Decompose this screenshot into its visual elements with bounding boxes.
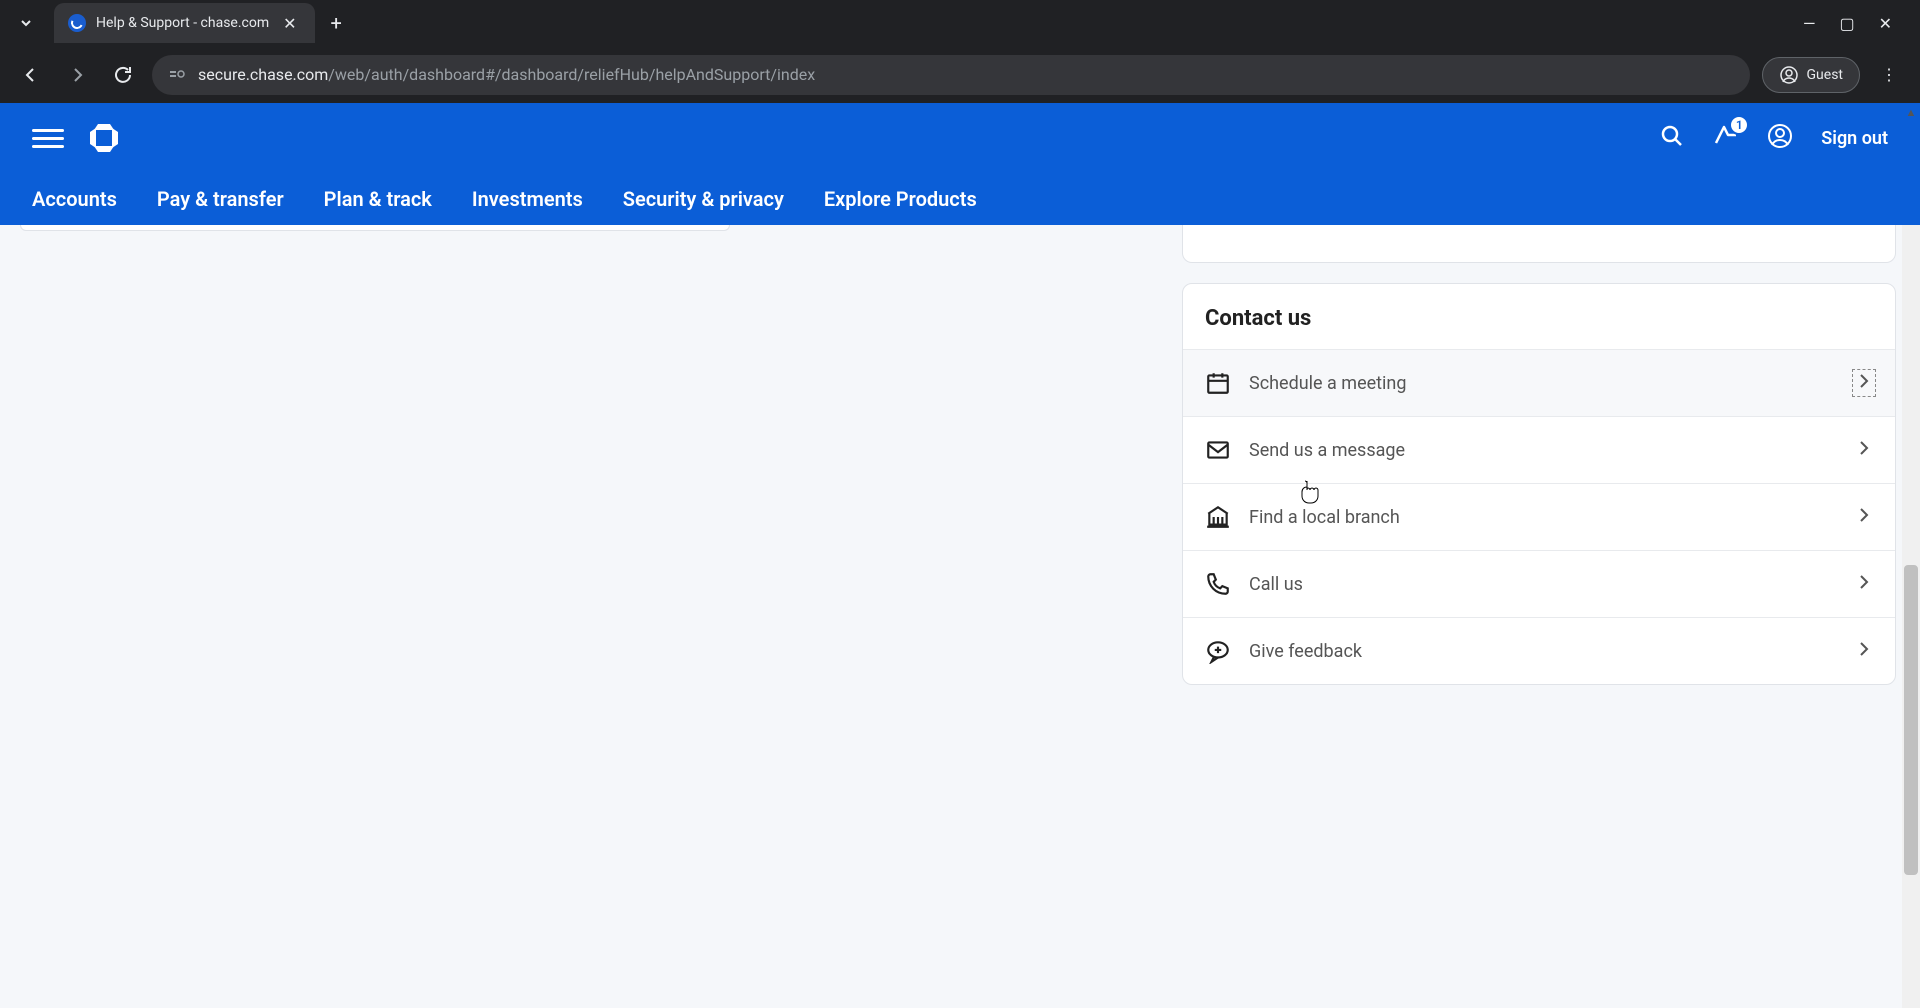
contact-give-feedback[interactable]: Give feedback (1183, 617, 1895, 684)
favicon-icon (68, 14, 86, 32)
main-nav: Accounts Pay & transfer Plan & track Inv… (0, 173, 1920, 225)
browser-toolbar: secure.chase.com/web/auth/dashboard#/das… (0, 46, 1920, 103)
nav-plan-track[interactable]: Plan & track (324, 187, 432, 211)
chevron-right-icon (1855, 439, 1873, 461)
calendar-icon (1205, 370, 1231, 396)
tab-bar: Help & Support - chase.com ✕ + — ▢ ✕ (0, 0, 1920, 46)
scrollbar-track[interactable] (1902, 225, 1920, 1008)
contact-item-label: Schedule a meeting (1249, 373, 1837, 394)
address-bar[interactable]: secure.chase.com/web/auth/dashboard#/das… (152, 55, 1750, 95)
nav-investments[interactable]: Investments (472, 187, 583, 211)
reload-button[interactable] (106, 58, 140, 92)
browser-tab[interactable]: Help & Support - chase.com ✕ (54, 3, 315, 43)
scrollbar-thumb[interactable] (1904, 565, 1918, 875)
close-tab-icon[interactable]: ✕ (279, 12, 300, 35)
nav-pay-transfer[interactable]: Pay & transfer (157, 187, 284, 211)
chase-logo-icon[interactable] (88, 122, 120, 154)
profile-icon[interactable] (1767, 123, 1793, 153)
left-panel-partial (20, 225, 730, 231)
contact-item-label: Call us (1249, 574, 1837, 595)
chevron-right-icon (1855, 640, 1873, 662)
chevron-right-icon (1855, 506, 1873, 528)
contact-us-title: Contact us (1183, 284, 1895, 349)
chevron-right-icon (1855, 372, 1873, 394)
page-content: 1 Sign out Accounts Pay & transfer Plan … (0, 103, 1920, 1008)
contact-item-label: Send us a message (1249, 440, 1837, 461)
back-button[interactable] (14, 58, 48, 92)
notification-badge: 1 (1729, 115, 1749, 135)
forward-button[interactable] (60, 58, 94, 92)
content-area: Contact us Schedule a meeting Send us a … (0, 225, 1920, 1008)
tab-title: Help & Support - chase.com (96, 15, 269, 31)
browser-chrome: Help & Support - chase.com ✕ + — ▢ ✕ sec… (0, 0, 1920, 103)
site-header: 1 Sign out Accounts Pay & transfer Plan … (0, 103, 1920, 225)
phone-icon (1205, 571, 1231, 597)
contact-us-card: Contact us Schedule a meeting Send us a … (1182, 283, 1896, 685)
site-info-icon[interactable] (168, 64, 186, 86)
contact-schedule-meeting[interactable]: Schedule a meeting (1183, 349, 1895, 416)
contact-item-label: Find a local branch (1249, 507, 1837, 528)
nav-explore-products[interactable]: Explore Products (824, 187, 977, 211)
window-controls: — ▢ ✕ (1803, 14, 1912, 33)
feedback-icon (1205, 638, 1231, 664)
notifications-icon[interactable]: 1 (1713, 123, 1739, 153)
browser-menu-button[interactable]: ⋮ (1872, 58, 1906, 92)
close-icon[interactable]: ✕ (1879, 14, 1892, 33)
contact-call-us[interactable]: Call us (1183, 550, 1895, 617)
scroll-up-icon[interactable]: ▲ (1902, 103, 1920, 121)
chevron-right-icon (1855, 573, 1873, 595)
contact-item-label: Give feedback (1249, 641, 1837, 662)
signout-link[interactable]: Sign out (1821, 128, 1888, 149)
new-tab-button[interactable]: + (315, 11, 358, 35)
bank-icon (1205, 504, 1231, 530)
nav-security-privacy[interactable]: Security & privacy (623, 187, 784, 211)
menu-icon[interactable] (32, 122, 64, 154)
minimize-icon[interactable]: — (1803, 14, 1816, 33)
url-text: secure.chase.com/web/auth/dashboard#/das… (198, 65, 815, 84)
profile-button[interactable]: Guest (1762, 57, 1860, 93)
nav-accounts[interactable]: Accounts (32, 187, 117, 211)
guest-label: Guest (1807, 67, 1843, 83)
mail-icon (1205, 437, 1231, 463)
search-icon[interactable] (1659, 123, 1685, 153)
upper-card-partial (1182, 225, 1896, 263)
contact-find-branch[interactable]: Find a local branch (1183, 483, 1895, 550)
contact-send-message[interactable]: Send us a message (1183, 416, 1895, 483)
tab-search-dropdown[interactable] (8, 5, 44, 41)
maximize-icon[interactable]: ▢ (1839, 14, 1854, 33)
